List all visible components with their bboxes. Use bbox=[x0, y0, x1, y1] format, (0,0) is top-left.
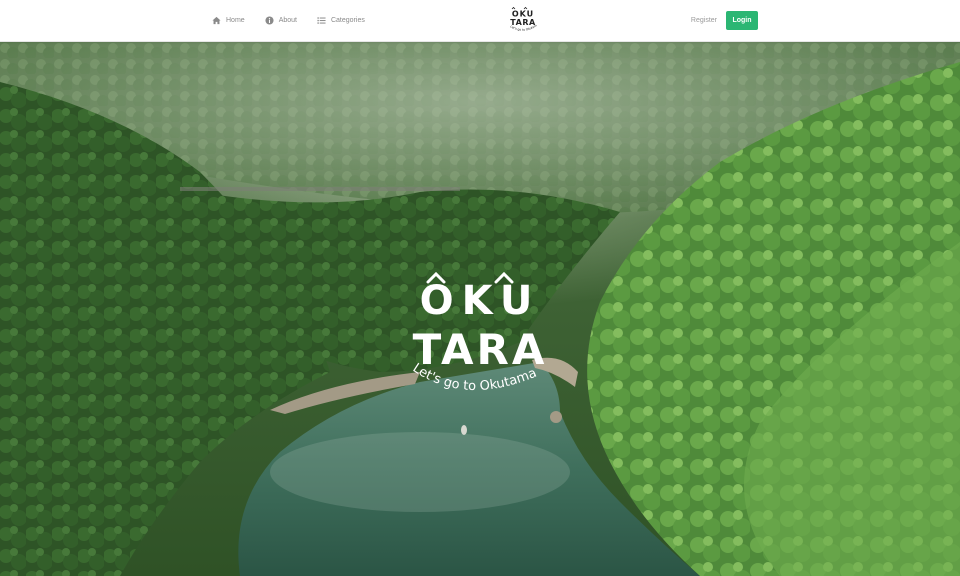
register-link[interactable]: Register bbox=[691, 17, 717, 24]
nav-right: Register Login bbox=[691, 0, 758, 41]
hero-banner: OKU TARA Let's go to Okutama bbox=[0, 42, 960, 576]
brand-logo[interactable]: OKU TARA Let's go to Okutama bbox=[505, 5, 541, 36]
login-button[interactable]: Login bbox=[726, 11, 758, 30]
nav-home-link[interactable]: Home bbox=[212, 16, 245, 25]
info-circle-icon bbox=[265, 16, 274, 25]
hero-logo-line2: TARA bbox=[413, 325, 548, 374]
nav-categories-label: Categories bbox=[330, 17, 365, 24]
navbar: Home About Categories OKU TARA Let's go … bbox=[0, 0, 960, 42]
nav-home-label: Home bbox=[226, 17, 245, 24]
nav-about-label: About bbox=[278, 17, 297, 24]
page: Home About Categories OKU TARA Let's go … bbox=[0, 0, 960, 576]
nav-about-link[interactable]: About bbox=[265, 16, 297, 25]
nav-left: Home About Categories bbox=[212, 0, 385, 41]
hero-logo-line1: OKU bbox=[420, 278, 541, 324]
hero-logo: OKU TARA Let's go to Okutama bbox=[400, 252, 560, 422]
list-icon bbox=[317, 16, 326, 25]
home-icon bbox=[212, 16, 221, 25]
nav-categories-link[interactable]: Categories bbox=[317, 16, 365, 25]
